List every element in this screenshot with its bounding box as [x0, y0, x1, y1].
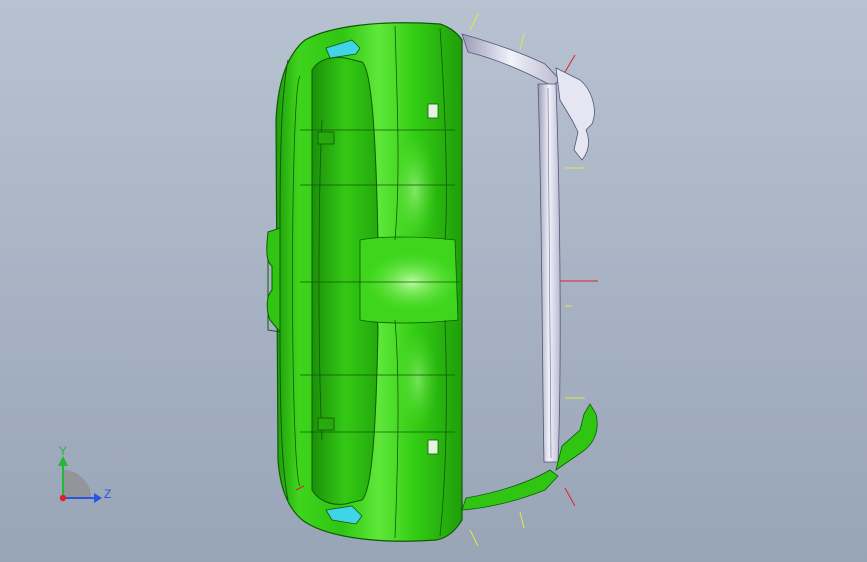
z-axis-label: Z: [104, 487, 111, 501]
latch-bracket: [266, 227, 281, 334]
lower-trim-rail: [461, 469, 559, 511]
y-axis-label: Y: [59, 444, 67, 458]
lower-end-bracket: [555, 403, 598, 471]
upper-boss: [427, 103, 439, 119]
orientation-triad[interactable]: Y Z: [58, 444, 111, 503]
vertical-trim-strip: [537, 83, 561, 463]
lower-boss: [427, 439, 439, 455]
upper-highlight: [393, 135, 437, 245]
upper-trim-rail: [461, 33, 561, 87]
tailgate-model[interactable]: [266, 22, 463, 542]
lower-slot: [317, 417, 335, 431]
upper-slot: [317, 131, 335, 145]
triad-xy-plane: [63, 470, 91, 498]
upper-end-bracket: [555, 67, 595, 161]
x-axis-point: [59, 494, 67, 502]
trim-frame[interactable]: [461, 33, 598, 511]
lower-highlight: [398, 330, 438, 430]
cad-viewport[interactable]: Y Z: [0, 0, 867, 562]
z-axis-arrow: [94, 493, 102, 503]
